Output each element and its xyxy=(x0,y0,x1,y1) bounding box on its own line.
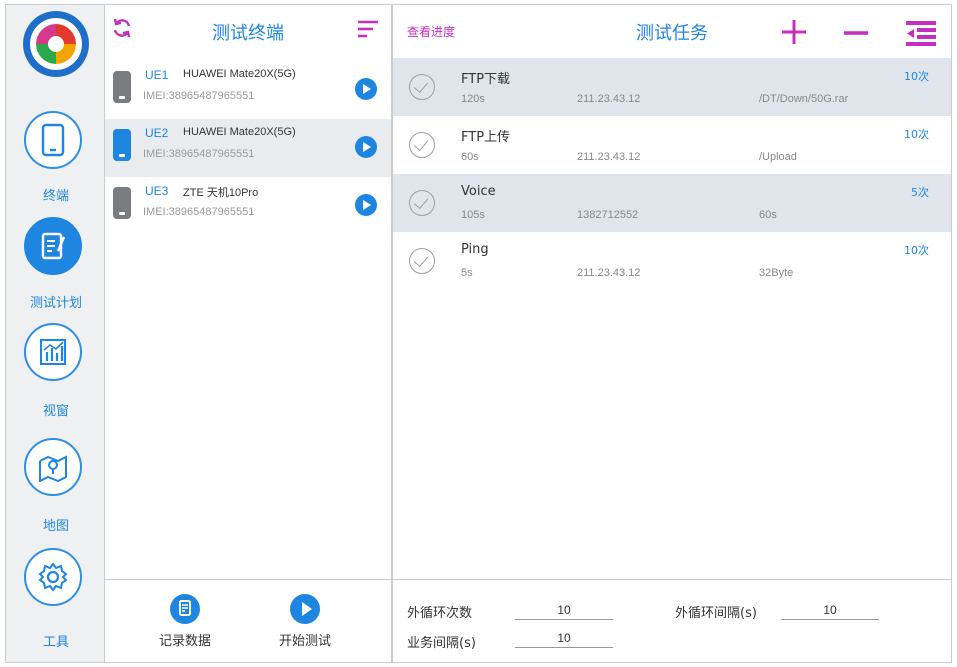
task-detail: 32Byte xyxy=(759,267,794,279)
record-data-button[interactable]: 记录数据 xyxy=(135,594,235,649)
terminal-item[interactable]: UE3 ZTE 天机10Pro IMEI:38965487965551 xyxy=(105,177,391,235)
nav-label-test-plan: 测试计划 xyxy=(29,296,82,311)
task-detail: 60s xyxy=(759,209,777,221)
document-icon xyxy=(170,594,200,624)
terminal-panel: 测试终端 UE1 HUAWEI Mate20X(5G) IMEI:3896548… xyxy=(105,4,392,663)
terminal-imei: IMEI:38965487965551 xyxy=(143,90,255,102)
nav-item-map[interactable]: 地图 xyxy=(6,438,106,538)
chart-icon xyxy=(24,323,82,381)
check-circle-icon[interactable] xyxy=(409,132,435,158)
outer-interval-label: 外循环间隔(s) xyxy=(675,606,757,621)
app-logo xyxy=(23,11,89,77)
phone-icon xyxy=(113,187,131,219)
task-name: Voice xyxy=(461,184,496,199)
task-name: FTP下载 xyxy=(461,72,511,87)
nav-label-terminal: 终端 xyxy=(42,189,69,204)
phone-icon xyxy=(113,129,131,161)
collapse-list-icon[interactable] xyxy=(903,15,937,49)
terminal-id: UE1 xyxy=(145,68,169,82)
task-duration: 5s xyxy=(461,267,473,279)
check-circle-icon[interactable] xyxy=(409,190,435,216)
task-address: 211.23.43.12 xyxy=(577,267,641,279)
service-interval-input[interactable] xyxy=(515,628,613,648)
terminal-panel-header: 测试终端 xyxy=(105,5,391,55)
filter-icon[interactable] xyxy=(357,19,379,44)
play-icon[interactable] xyxy=(355,194,377,216)
nav-item-test-plan[interactable]: 测试计划 xyxy=(6,217,106,317)
task-duration: 60s xyxy=(461,151,479,163)
terminal-id: UE3 xyxy=(145,184,169,198)
terminal-model: HUAWEI Mate20X(5G) xyxy=(183,126,296,138)
outer-loops-input[interactable] xyxy=(515,600,613,620)
outer-loops-label: 外循环次数 xyxy=(407,606,473,621)
task-name: FTP上传 xyxy=(461,130,511,145)
nav-item-view[interactable]: 视窗 xyxy=(6,323,106,423)
task-count: 10次 xyxy=(904,244,929,257)
check-circle-icon[interactable] xyxy=(409,248,435,274)
terminal-model: HUAWEI Mate20X(5G) xyxy=(183,68,296,80)
nav-label-view: 视窗 xyxy=(42,404,69,419)
play-icon[interactable] xyxy=(355,136,377,158)
task-panel: 查看进度 测试任务 FTP下载 120s 211.23.43.12 /DT/Do… xyxy=(392,4,952,663)
task-count: 5次 xyxy=(911,186,929,199)
terminal-imei: IMEI:38965487965551 xyxy=(143,148,255,160)
check-circle-icon[interactable] xyxy=(409,74,435,100)
task-duration: 105s xyxy=(461,209,485,221)
minus-icon[interactable] xyxy=(839,15,873,49)
terminal-item[interactable]: UE1 HUAWEI Mate20X(5G) IMEI:389654879655… xyxy=(105,61,391,119)
plus-icon[interactable] xyxy=(777,15,811,49)
service-interval-label: 业务间隔(s) xyxy=(407,636,476,651)
task-panel-header: 查看进度 测试任务 xyxy=(393,5,951,57)
task-count: 10次 xyxy=(904,128,929,141)
phone-icon xyxy=(113,71,131,103)
gear-icon xyxy=(24,548,82,606)
terminal-id: UE2 xyxy=(145,126,169,140)
task-count: 10次 xyxy=(904,70,929,83)
task-row[interactable]: Ping 5s 211.23.43.12 32Byte 10次 xyxy=(393,232,951,290)
task-duration: 120s xyxy=(461,93,485,105)
nav-item-terminal[interactable]: 终端 xyxy=(6,111,106,211)
phone-icon xyxy=(24,111,82,169)
task-detail: /DT/Down/50G.rar xyxy=(759,93,849,105)
terminal-item[interactable]: UE2 HUAWEI Mate20X(5G) IMEI:389654879655… xyxy=(105,119,391,177)
outer-interval-input[interactable] xyxy=(781,600,879,620)
record-data-label: 记录数据 xyxy=(158,634,211,649)
nav-label-tools: 工具 xyxy=(42,635,69,650)
task-row[interactable]: FTP上传 60s 211.23.43.12 /Upload 10次 xyxy=(393,116,951,174)
task-detail: /Upload xyxy=(759,151,797,163)
start-test-label: 开始测试 xyxy=(278,634,331,649)
task-name: Ping xyxy=(461,242,489,257)
task-settings-footer: 外循环次数 外循环间隔(s) 业务间隔(s) xyxy=(393,579,951,662)
terminal-imei: IMEI:38965487965551 xyxy=(143,206,255,218)
side-navigation: 终端 测试计划 视窗 地图 工具 xyxy=(5,4,105,663)
task-address: 1382712552 xyxy=(577,209,639,221)
terminal-model: ZTE 天机10Pro xyxy=(183,187,259,199)
play-icon[interactable] xyxy=(355,78,377,100)
terminal-panel-footer: 记录数据 开始测试 xyxy=(105,579,391,662)
test-plan-icon xyxy=(24,217,82,275)
play-icon xyxy=(290,594,320,624)
task-row[interactable]: FTP下载 120s 211.23.43.12 /DT/Down/50G.rar… xyxy=(393,58,951,116)
map-icon xyxy=(24,438,82,496)
nav-item-tools[interactable]: 工具 xyxy=(6,548,106,650)
task-address: 211.23.43.12 xyxy=(577,93,641,105)
task-row[interactable]: Voice 105s 1382712552 60s 5次 xyxy=(393,174,951,232)
nav-label-map: 地图 xyxy=(42,519,69,534)
terminal-panel-title: 测试终端 xyxy=(212,23,284,44)
task-address: 211.23.43.12 xyxy=(577,151,641,163)
start-test-button[interactable]: 开始测试 xyxy=(255,594,355,649)
